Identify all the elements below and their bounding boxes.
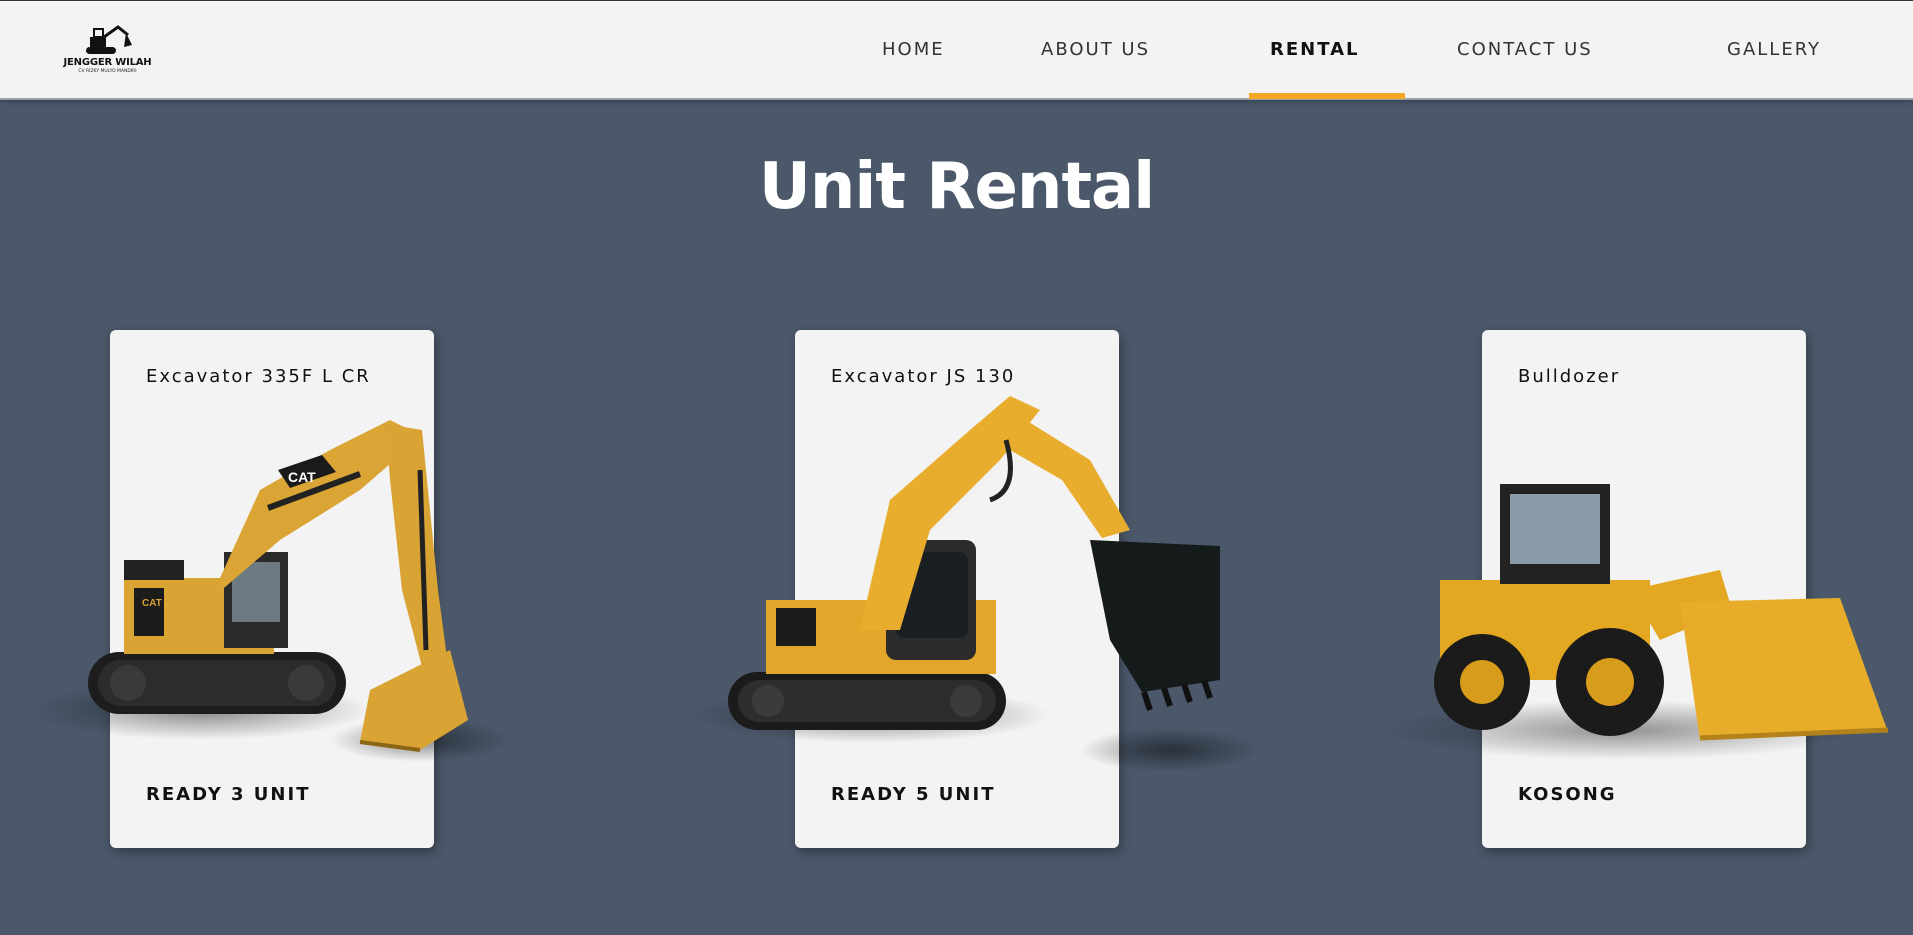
- svg-text:CAT: CAT: [142, 598, 162, 609]
- brand-logo[interactable]: JENGGER WILAH CV RIZKY MULYO MANDIRI: [50, 25, 165, 77]
- nav-gallery[interactable]: GALLERY: [1727, 39, 1821, 63]
- nav-rental[interactable]: RENTAL: [1270, 39, 1360, 63]
- active-tab-indicator: [1249, 93, 1405, 99]
- nav-home[interactable]: HOME: [882, 39, 945, 63]
- wheel-loader-image: [1380, 484, 1889, 760]
- page-title: Unit Rental: [758, 150, 1155, 224]
- excavator-js130-image: [690, 396, 1260, 772]
- card-status: READY 5 UNIT: [831, 784, 996, 805]
- card-status: READY 3 UNIT: [146, 784, 311, 805]
- excavator-logo-icon: [86, 25, 132, 54]
- top-navbar: JENGGER WILAH CV RIZKY MULYO MANDIRI HOM…: [0, 0, 1913, 100]
- nav-contact-us[interactable]: CONTACT US: [1457, 39, 1593, 63]
- brand-name: JENGGER WILAH: [63, 57, 152, 68]
- card-title: Excavator 335F L CR: [146, 366, 371, 387]
- card-title: Bulldozer: [1518, 366, 1621, 387]
- svg-text:CAT: CAT: [288, 469, 316, 485]
- nav-about-us[interactable]: ABOUT US: [1041, 39, 1150, 63]
- excavator-335f-image: CAT CAT: [30, 420, 510, 762]
- brand-subtitle: CV RIZKY MULYO MANDIRI: [78, 69, 137, 74]
